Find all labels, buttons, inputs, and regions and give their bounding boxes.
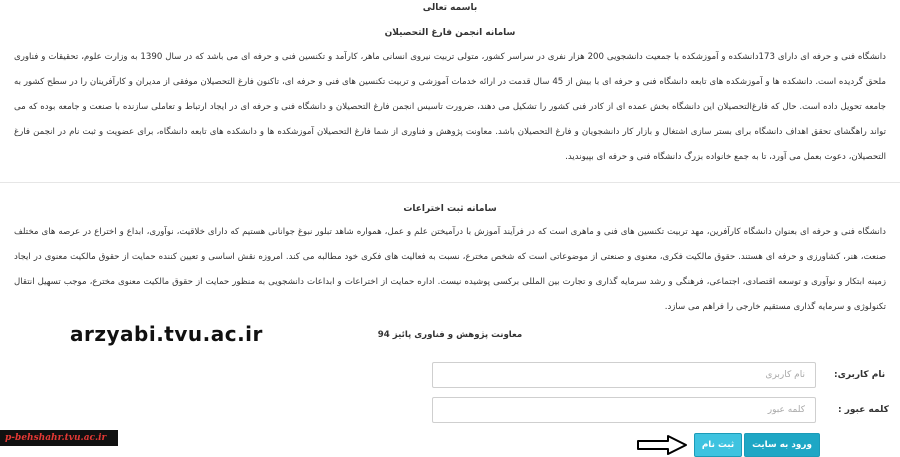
inventions-description: دانشگاه فنی و حرفه ای بعنوان دانشگاه کار… [14,227,886,312]
password-input[interactable] [432,397,816,423]
page-title: باسمه تعالی [422,3,478,13]
register-button[interactable]: ثبت نام [694,433,742,457]
username-input[interactable] [432,362,816,388]
password-label: کلمه عبور : [838,405,889,415]
arrow-right-icon [637,435,687,455]
section-title-alumni: سامانه انجمن فارغ التحصیلان [384,28,516,38]
login-page: باسمه تعالی سامانه انجمن فارغ التحصیلان … [0,0,900,457]
alumni-description: دانشگاه فنی و حرفه ای دارای 173دانشکده و… [14,52,887,162]
credit-line: معاونت پژوهش و فناوری پائیز 94 [377,330,523,340]
divider [0,182,900,183]
site-badge: p-behshahr.tvu.ac.ir [0,430,118,446]
login-button[interactable]: ورود به سایت [744,433,820,457]
section-title-inventions: سامانه ثبت اختراعات [403,204,497,214]
username-label: نام کاربری: [834,370,886,380]
